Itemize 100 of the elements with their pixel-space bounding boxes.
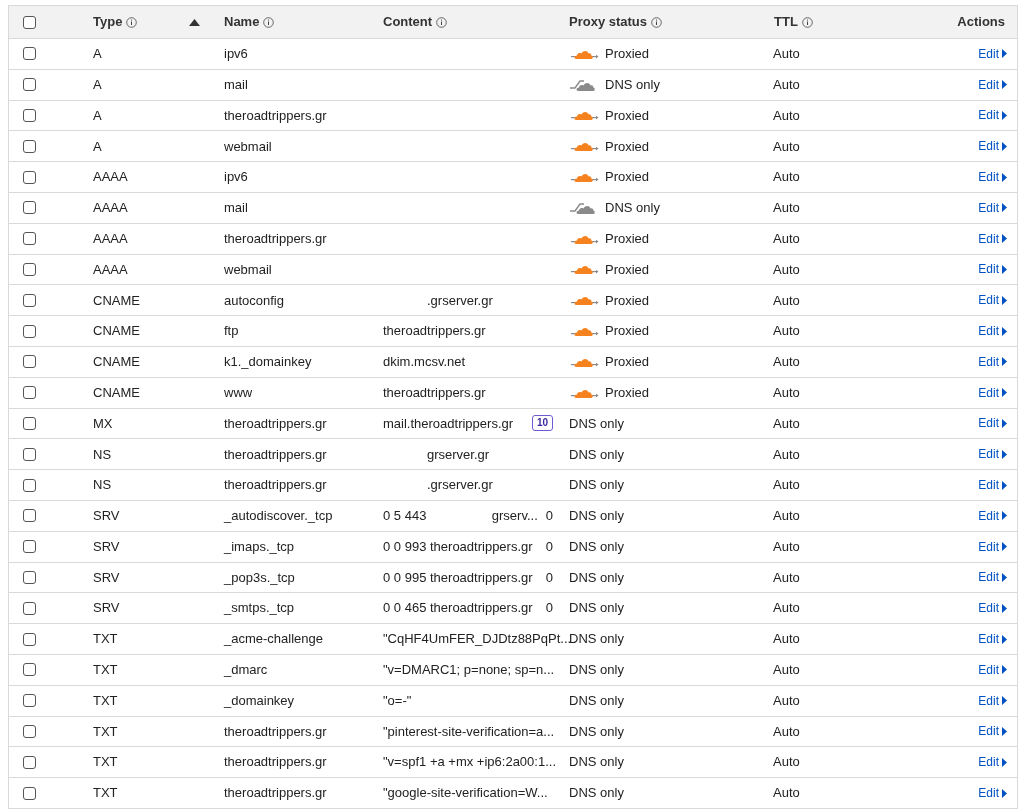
edit-link[interactable]: Edit [978, 784, 1007, 802]
checkbox[interactable] [23, 694, 36, 708]
proxy-status: DNS only [569, 599, 624, 618]
column-header[interactable]: Content [383, 12, 433, 32]
priority-value: 0 [545, 507, 553, 526]
content-cell-text: "v=DMARC1; p=none; sp=n... [383, 661, 555, 680]
caret-icon [1002, 757, 1007, 767]
column-header[interactable]: Type [93, 12, 123, 32]
checkbox[interactable] [23, 601, 36, 615]
caret-icon [1002, 603, 1007, 613]
content-cell-text: .grserver.gr [427, 476, 493, 495]
edit-link[interactable]: Edit [978, 352, 1007, 371]
checkbox[interactable] [23, 724, 36, 738]
ttl-cell-text: Auto [772, 106, 800, 125]
type-cell-text: TXT [92, 753, 118, 772]
checkbox[interactable] [23, 632, 36, 646]
checkbox[interactable] [23, 663, 36, 677]
proxy-status: DNS only [605, 199, 660, 218]
edit-link[interactable]: Edit [978, 137, 1007, 156]
sort-arrow-icon[interactable] [189, 18, 200, 26]
edit-link[interactable]: Edit [978, 506, 1007, 525]
checkbox[interactable] [23, 355, 36, 369]
content-cell-text: "v=spf1 +a +mx +ip6:2a00:1... [383, 753, 556, 772]
edit-link[interactable]: Edit [978, 322, 1007, 341]
checkbox[interactable] [23, 570, 36, 584]
checkbox[interactable] [23, 170, 36, 184]
info-icon[interactable] [436, 16, 448, 28]
type-cell-text: CNAME [92, 322, 140, 341]
edit-link[interactable]: Edit [978, 568, 1007, 587]
checkbox[interactable] [23, 232, 36, 246]
edit-link[interactable]: Edit [978, 660, 1007, 679]
type-cell-text: NS [92, 476, 112, 495]
caret-icon [1002, 203, 1007, 213]
edit-link[interactable]: Edit [978, 445, 1007, 464]
checkbox[interactable] [23, 293, 36, 307]
checkbox[interactable] [23, 201, 36, 215]
checkbox[interactable] [23, 416, 36, 430]
content-cell-text: theroadtrippers.gr [383, 383, 486, 402]
name-cell-text: _domainkey [222, 691, 295, 710]
content-cell-text: "google-site-verification=W... [383, 784, 548, 803]
name-cell-text: _imaps._tcp [222, 537, 295, 556]
content-cell-text: grserv... [491, 507, 538, 526]
proxy-status: Proxied [605, 168, 650, 187]
edit-link[interactable]: Edit [978, 229, 1007, 248]
edit-link[interactable]: Edit [978, 168, 1007, 187]
ttl-cell-text: Auto [772, 630, 800, 649]
checkbox[interactable] [23, 324, 36, 338]
edit-link[interactable]: Edit [978, 106, 1007, 125]
proxy-status: DNS only [569, 691, 624, 710]
caret-icon [1002, 264, 1007, 274]
edit-link[interactable]: Edit [978, 722, 1007, 741]
checkbox[interactable] [23, 15, 36, 29]
edit-link[interactable]: Edit [978, 198, 1007, 217]
proxy-status: DNS only [569, 568, 624, 587]
info-icon[interactable] [126, 16, 138, 28]
info-icon[interactable] [651, 16, 663, 28]
ttl-cell-text: Auto [772, 661, 800, 680]
edit-link[interactable]: Edit [978, 599, 1007, 618]
content-cell-text: "o=-" [383, 691, 412, 710]
edit-link[interactable]: Edit [978, 630, 1007, 649]
checkbox[interactable] [23, 47, 36, 61]
checkbox[interactable] [23, 78, 36, 92]
content-cell-text: 0 0 993 theroadtrippers.gr [383, 537, 533, 556]
type-cell-text: AAAA [92, 229, 128, 248]
checkbox[interactable] [23, 262, 36, 276]
edit-link[interactable]: Edit [978, 383, 1007, 402]
proxied-cloud-icon [569, 294, 599, 307]
name-cell-text: _dmarc [222, 661, 268, 680]
column-header[interactable]: Name [224, 12, 260, 32]
edit-link[interactable]: Edit [978, 691, 1007, 710]
column-header[interactable]: TTL [774, 12, 798, 32]
edit-link[interactable]: Edit [978, 291, 1007, 310]
checkbox[interactable] [23, 540, 36, 554]
checkbox[interactable] [23, 755, 36, 769]
checkbox[interactable] [23, 139, 36, 153]
column-header[interactable]: Proxy status [569, 12, 648, 32]
column-header[interactable]: Actions [957, 12, 1005, 32]
info-icon[interactable] [263, 16, 275, 28]
ttl-cell-text: Auto [772, 260, 800, 279]
info-icon[interactable] [801, 16, 813, 28]
edit-link[interactable]: Edit [978, 44, 1007, 63]
edit-link[interactable]: Edit [978, 414, 1007, 433]
edit-link[interactable]: Edit [978, 260, 1007, 279]
proxy-status: Proxied [605, 229, 650, 248]
ttl-cell-text: Auto [772, 291, 800, 310]
checkbox[interactable] [23, 478, 36, 492]
caret-icon [1002, 449, 1007, 459]
checkbox[interactable] [23, 109, 36, 122]
edit-link[interactable]: Edit [978, 537, 1007, 556]
name-cell-text: theroadtrippers.gr [223, 229, 327, 248]
checkbox[interactable] [23, 786, 36, 800]
checkbox[interactable] [23, 447, 36, 461]
checkbox[interactable] [23, 509, 36, 523]
name-cell-text: www [223, 383, 253, 402]
proxy-status: Proxied [605, 106, 650, 125]
type-cell-text: TXT [92, 691, 118, 710]
edit-link[interactable]: Edit [978, 75, 1007, 94]
edit-link[interactable]: Edit [978, 753, 1007, 772]
checkbox[interactable] [23, 386, 36, 400]
edit-link[interactable]: Edit [978, 476, 1007, 495]
